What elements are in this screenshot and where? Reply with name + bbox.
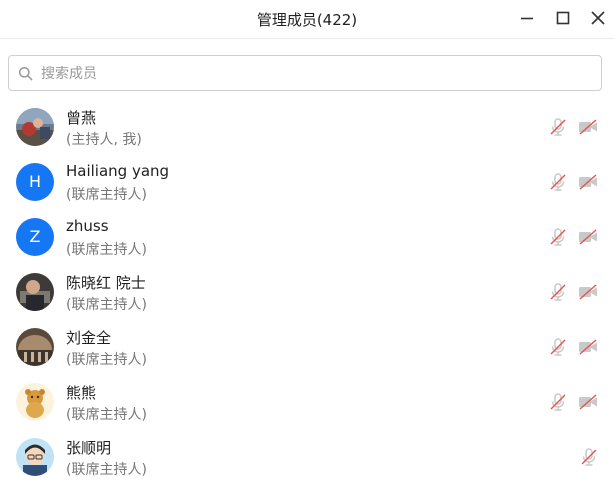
member-row[interactable]: 熊熊 (联席主持人) [0,375,614,430]
camera-off-icon[interactable] [577,283,599,301]
member-role: (联席主持人) [66,407,147,423]
mic-muted-icon[interactable] [548,117,568,137]
member-name: 陈晓红 院士 [66,274,146,292]
search-icon [18,66,33,81]
member-avatar [16,328,54,366]
member-search-box[interactable] [8,55,602,92]
mic-muted-icon[interactable] [548,337,568,357]
camera-off-icon[interactable] [577,228,599,246]
member-name: 熊熊 [66,384,97,402]
member-row[interactable]: 陈晓红 院士 (联席主持人) [0,265,614,320]
member-avatar [16,273,54,311]
member-row[interactable]: Z zhuss (联席主持人) [0,210,614,265]
member-row[interactable]: 曾燕 (主持人, 我) [0,100,614,155]
title-bar: 管理成员(422) [0,0,614,39]
member-avatar: Z [16,218,54,256]
member-avatar [16,108,54,146]
member-role: (联席主持人) [66,297,147,313]
member-name: 刘金全 [66,329,112,347]
member-role: (主持人, 我) [66,132,142,148]
minimize-icon[interactable] [516,7,538,29]
member-avatar [16,438,54,476]
member-name: 张顺明 [66,439,112,457]
member-row[interactable]: H Hailiang yang (联席主持人) [0,155,614,210]
camera-off-icon[interactable] [577,173,599,191]
member-name: 曾燕 [66,109,97,127]
member-avatar: H [16,163,54,201]
member-name: Hailiang yang [66,162,170,180]
close-icon[interactable] [587,7,609,29]
member-role: (联席主持人) [66,187,147,203]
member-row[interactable]: 刘金全 (联席主持人) [0,320,614,375]
mic-muted-icon[interactable] [548,392,568,412]
mic-muted-icon[interactable] [548,172,568,192]
mic-muted-icon[interactable] [579,447,599,467]
member-avatar [16,383,54,421]
search-input[interactable] [39,56,593,92]
member-role: (联席主持人) [66,242,147,258]
camera-off-icon[interactable] [577,118,599,136]
maximize-icon[interactable] [552,7,574,29]
member-row[interactable]: 张顺明 (联席主持人) [0,430,614,485]
mic-muted-icon[interactable] [548,282,568,302]
camera-off-icon[interactable] [577,338,599,356]
mic-muted-icon[interactable] [548,227,568,247]
member-role: (联席主持人) [66,352,147,368]
member-role: (联席主持人) [66,462,147,478]
member-name: zhuss [66,217,109,235]
camera-off-icon[interactable] [577,393,599,411]
